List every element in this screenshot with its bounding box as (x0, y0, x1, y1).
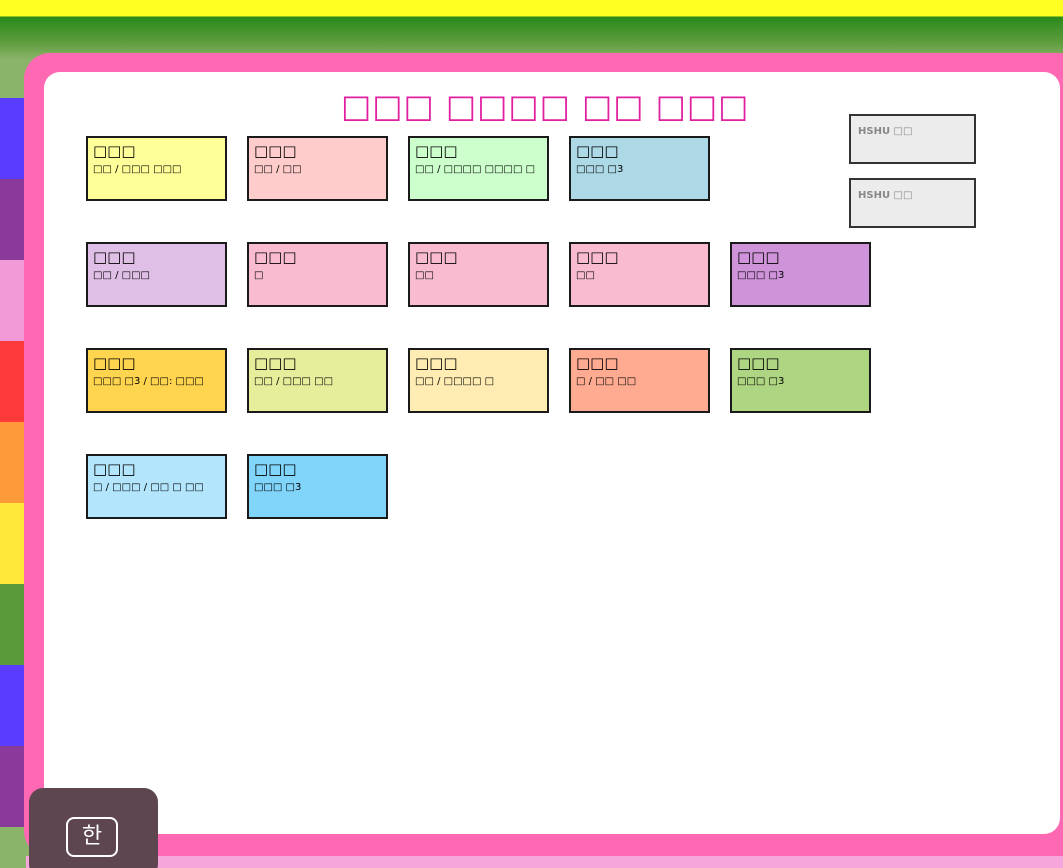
card-description: □ / □□ □□ (576, 376, 637, 387)
card-description: □ (254, 270, 264, 281)
card-description: □□□ □3 / □□: □□□ (93, 376, 204, 387)
rainbow-segment (0, 341, 26, 422)
bottom-band (26, 856, 1063, 868)
student-card[interactable]: □□□ □ (247, 242, 388, 307)
page-title: □□□ □□□□ □□ □□□ (341, 87, 750, 125)
student-card[interactable]: □□□ □ / □□ □□ (569, 348, 710, 413)
card-name: □□□ (93, 142, 136, 160)
rainbow-segment (0, 98, 26, 179)
hshu-button-label: HSHU □□ (858, 126, 913, 137)
rainbow-segment (0, 584, 26, 665)
card-name: □□□ (576, 354, 619, 372)
student-card[interactable]: □□□ □□□ □3 (247, 454, 388, 519)
card-name: □□□ (93, 354, 136, 372)
card-name: □□□ (415, 354, 458, 372)
ime-indicator[interactable]: 한 (29, 788, 158, 868)
card-description: □□□ □3 (576, 164, 624, 175)
hshu-button-label: HSHU □□ (858, 190, 913, 201)
card-name: □□□ (93, 460, 136, 478)
card-name: □□□ (737, 354, 780, 372)
card-description: □□ / □□□□ □□□□ □ (415, 164, 536, 175)
student-card[interactable]: □□□ □□ / □□□ □□ (247, 348, 388, 413)
card-description: □□□ □3 (737, 376, 785, 387)
hshu-button-1[interactable]: HSHU □□ (849, 114, 976, 164)
student-card[interactable]: □□□ □□□ □3 / □□: □□□ (86, 348, 227, 413)
card-description: □□ / □□□ □□□ (93, 164, 182, 175)
card-description: □□□ □3 (737, 270, 785, 281)
student-card[interactable]: □□□ □□ (408, 242, 549, 307)
student-card[interactable]: □□□ □□□ □3 (730, 242, 871, 307)
card-description: □□□ □3 (254, 482, 302, 493)
card-name: □□□ (737, 248, 780, 266)
card-name: □□□ (93, 248, 136, 266)
hangul-key-icon: 한 (66, 817, 118, 857)
rainbow-segment (0, 746, 26, 827)
card-name: □□□ (254, 248, 297, 266)
student-card[interactable]: □□□ □□ / □□ (247, 136, 388, 201)
card-name: □□□ (254, 460, 297, 478)
card-description: □□ / □□□ □□ (254, 376, 334, 387)
card-description: □ / □□□ / □□ □ □□ (93, 482, 204, 493)
card-description: □□ / □□ (254, 164, 302, 175)
app-root: □□□ □□□□ □□ □□□ □□□ □□ / □□□ □□□ □□□ □□ / □… (0, 0, 1063, 868)
card-name: □□□ (254, 142, 297, 160)
rainbow-segment (0, 179, 26, 260)
hshu-button-2[interactable]: HSHU □□ (849, 178, 976, 228)
student-card[interactable]: □□□ □□ / □□□□ □ (408, 348, 549, 413)
rainbow-segment (0, 260, 26, 341)
student-card[interactable]: □□□ □□□ □3 (569, 136, 710, 201)
rainbow-segment (0, 422, 26, 503)
card-name: □□□ (576, 248, 619, 266)
student-card[interactable]: □□□ □ / □□□ / □□ □ □□ (86, 454, 227, 519)
rainbow-strip (0, 98, 26, 868)
rainbow-segment (0, 503, 26, 584)
card-name: □□□ (576, 142, 619, 160)
student-card[interactable]: □□□ □□ / □□□ □□□ (86, 136, 227, 201)
card-name: □□□ (415, 142, 458, 160)
card-name: □□□ (415, 248, 458, 266)
rainbow-segment (0, 665, 26, 746)
card-description: □□ (415, 270, 434, 281)
student-card[interactable]: □□□ □□ (569, 242, 710, 307)
student-card[interactable]: □□□ □□□ □3 (730, 348, 871, 413)
card-description: □□ (576, 270, 595, 281)
student-card[interactable]: □□□ □□ / □□□ (86, 242, 227, 307)
student-card[interactable]: □□□ □□ / □□□□ □□□□ □ (408, 136, 549, 201)
card-description: □□ / □□□ (93, 270, 150, 281)
card-name: □□□ (254, 354, 297, 372)
card-description: □□ / □□□□ □ (415, 376, 495, 387)
